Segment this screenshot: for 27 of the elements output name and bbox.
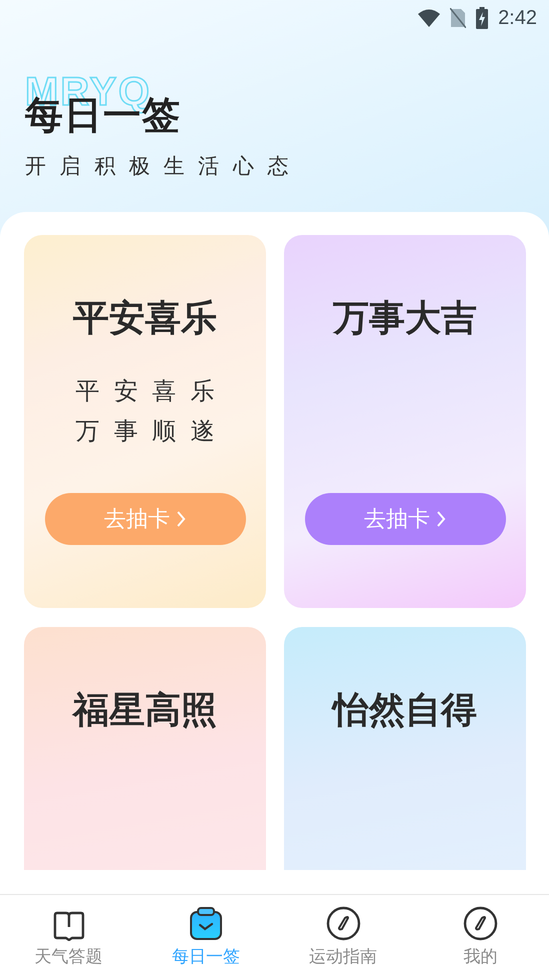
status-time: 2:42	[498, 6, 537, 30]
draw-card-button[interactable]: 去抽卡	[304, 493, 506, 545]
nav-tab[interactable]: 运动指南	[274, 895, 412, 976]
no-sim-icon	[450, 8, 466, 28]
page-subtitle: 开启积极生活心态	[25, 153, 302, 180]
compass-icon	[326, 906, 361, 941]
card-verse: 平安喜乐	[75, 376, 229, 407]
battery-icon	[476, 7, 488, 29]
draw-card-button[interactable]: 去抽卡	[44, 493, 246, 545]
nav-tab[interactable]: 每日一签	[137, 895, 274, 976]
wifi-icon	[418, 9, 440, 27]
fortune-card[interactable]: 万事大吉 去抽卡	[284, 235, 526, 608]
book-icon	[52, 911, 86, 941]
card-title: 福星高照	[73, 689, 217, 733]
nav-tab[interactable]: 天气答题	[0, 895, 138, 976]
chevron-right-icon	[176, 510, 186, 528]
chevron-right-icon	[436, 510, 446, 528]
fortune-card[interactable]: 怡然自得	[284, 627, 526, 870]
fortune-card[interactable]: 福星高照	[24, 627, 266, 870]
check-bag-icon	[188, 907, 223, 941]
card-verse: 万事顺遂	[75, 416, 229, 447]
compass-icon	[462, 906, 498, 941]
card-title: 怡然自得	[333, 689, 477, 733]
fortune-card[interactable]: 平安喜乐 平安喜乐 万事顺遂 去抽卡	[24, 235, 266, 608]
card-title: 平安喜乐	[73, 297, 217, 341]
card-title: 万事大吉	[333, 297, 477, 341]
nav-tab[interactable]: 我的	[412, 895, 549, 976]
